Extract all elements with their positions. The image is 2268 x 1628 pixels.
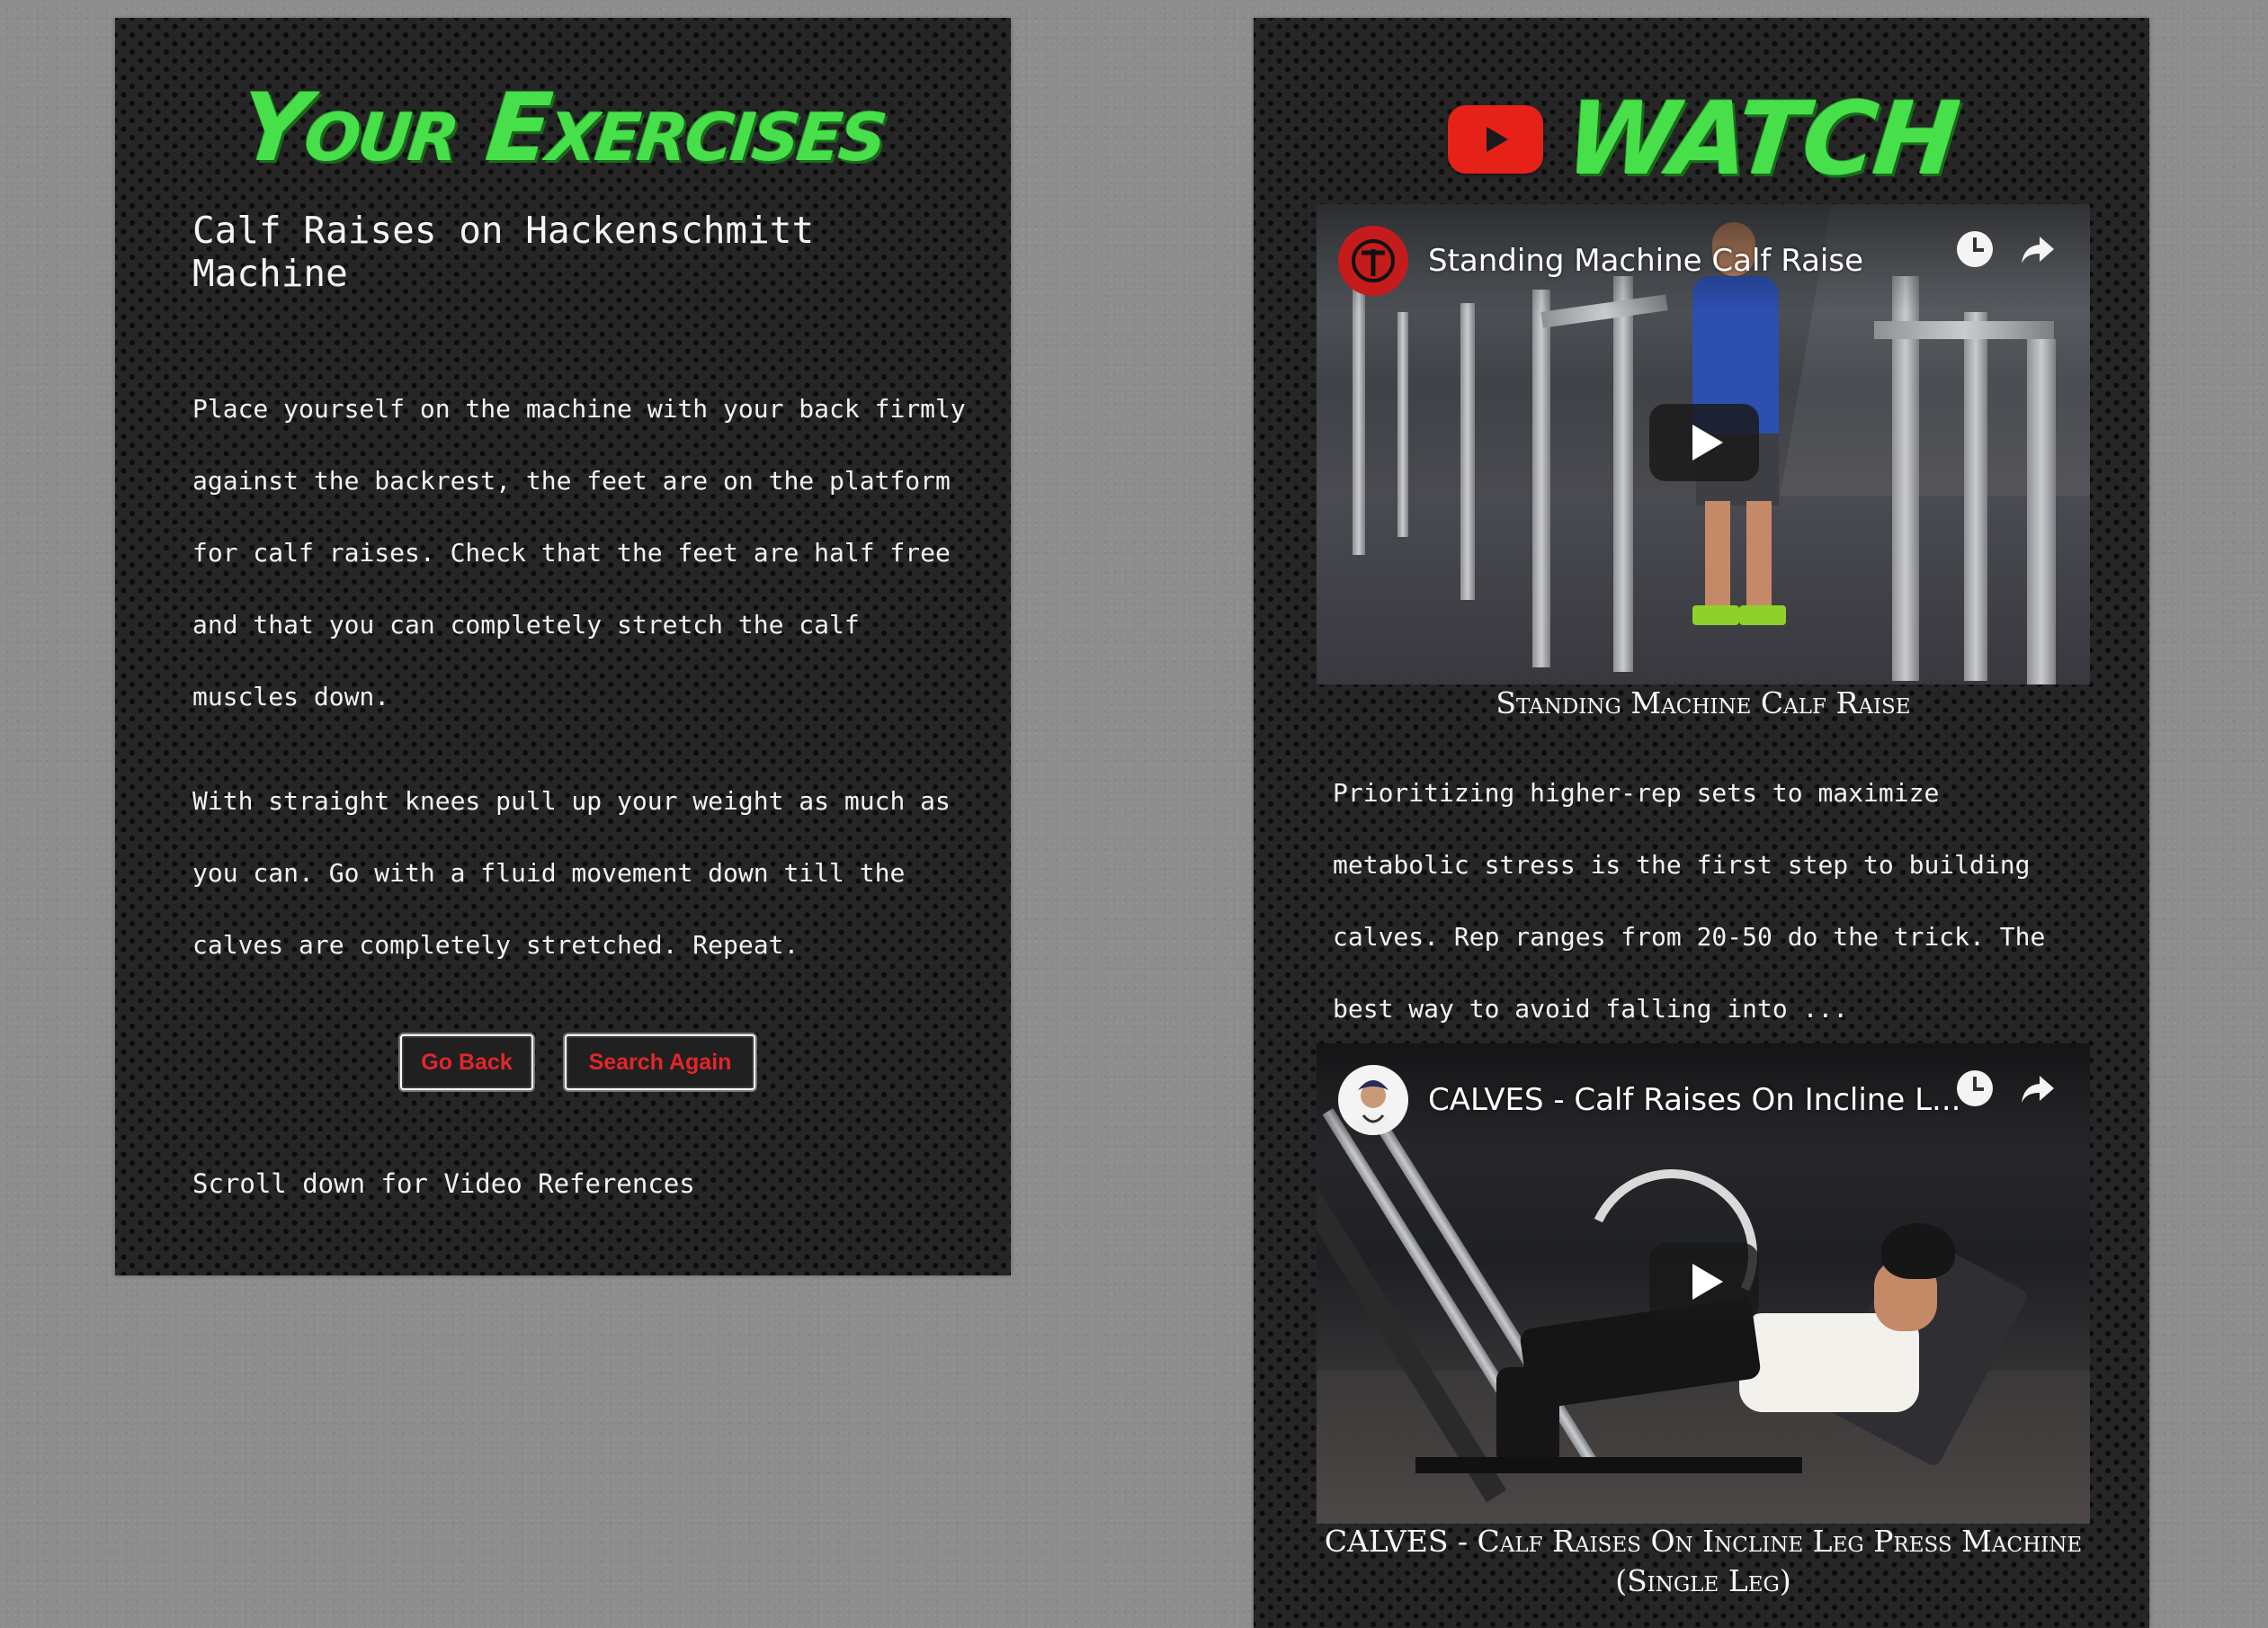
panel-title: Your Exercises bbox=[235, 73, 891, 183]
panel-title: Watch bbox=[1559, 81, 1962, 198]
video-caption: CALVES - Calf Raises On Incline Leg Pres… bbox=[1324, 1524, 2083, 1598]
video-player[interactable]: Standing Machine Calf Raise bbox=[1317, 204, 2090, 684]
video-description: Prioritizing higher-rep sets to maximize… bbox=[1333, 778, 2046, 1024]
share-arrow-icon[interactable] bbox=[2018, 1069, 2058, 1108]
watch-later-clock-icon[interactable] bbox=[1957, 231, 1993, 267]
share-arrow-icon[interactable] bbox=[2018, 229, 2058, 269]
video-player[interactable]: CALVES - Calf Raises On Incline L... bbox=[1317, 1043, 2090, 1524]
video-title[interactable]: CALVES - Calf Raises On Incline L... bbox=[1428, 1078, 1960, 1123]
instruction-paragraph: Place yourself on the machine with your … bbox=[192, 394, 966, 711]
channel-avatar[interactable] bbox=[1338, 1065, 1408, 1135]
instruction-paragraph: With straight knees pull up your weight … bbox=[192, 786, 951, 960]
watch-panel: Watch Standing Machine Calf Raise Standi… bbox=[1254, 18, 2149, 1628]
watch-header: Watch bbox=[1254, 81, 2149, 198]
channel-avatar[interactable] bbox=[1338, 226, 1408, 296]
exercise-name: Calf Raises on Hackenschmitt Machine bbox=[192, 209, 815, 295]
exercise-panel: Your Exercises Calf Raises on Hackenschm… bbox=[115, 18, 1011, 1275]
watch-later-clock-icon[interactable] bbox=[1957, 1070, 1993, 1106]
video-title[interactable]: Standing Machine Calf Raise bbox=[1428, 238, 1863, 283]
video-caption: Standing Machine Calf Raise bbox=[1496, 685, 1911, 720]
play-icon[interactable] bbox=[1649, 404, 1759, 481]
go-back-button[interactable]: Go Back bbox=[400, 1034, 533, 1090]
scroll-note: Scroll down for Video References bbox=[192, 1168, 695, 1199]
youtube-logo-icon bbox=[1447, 105, 1543, 174]
play-icon[interactable] bbox=[1649, 1243, 1759, 1320]
search-again-button[interactable]: Search Again bbox=[565, 1034, 755, 1090]
